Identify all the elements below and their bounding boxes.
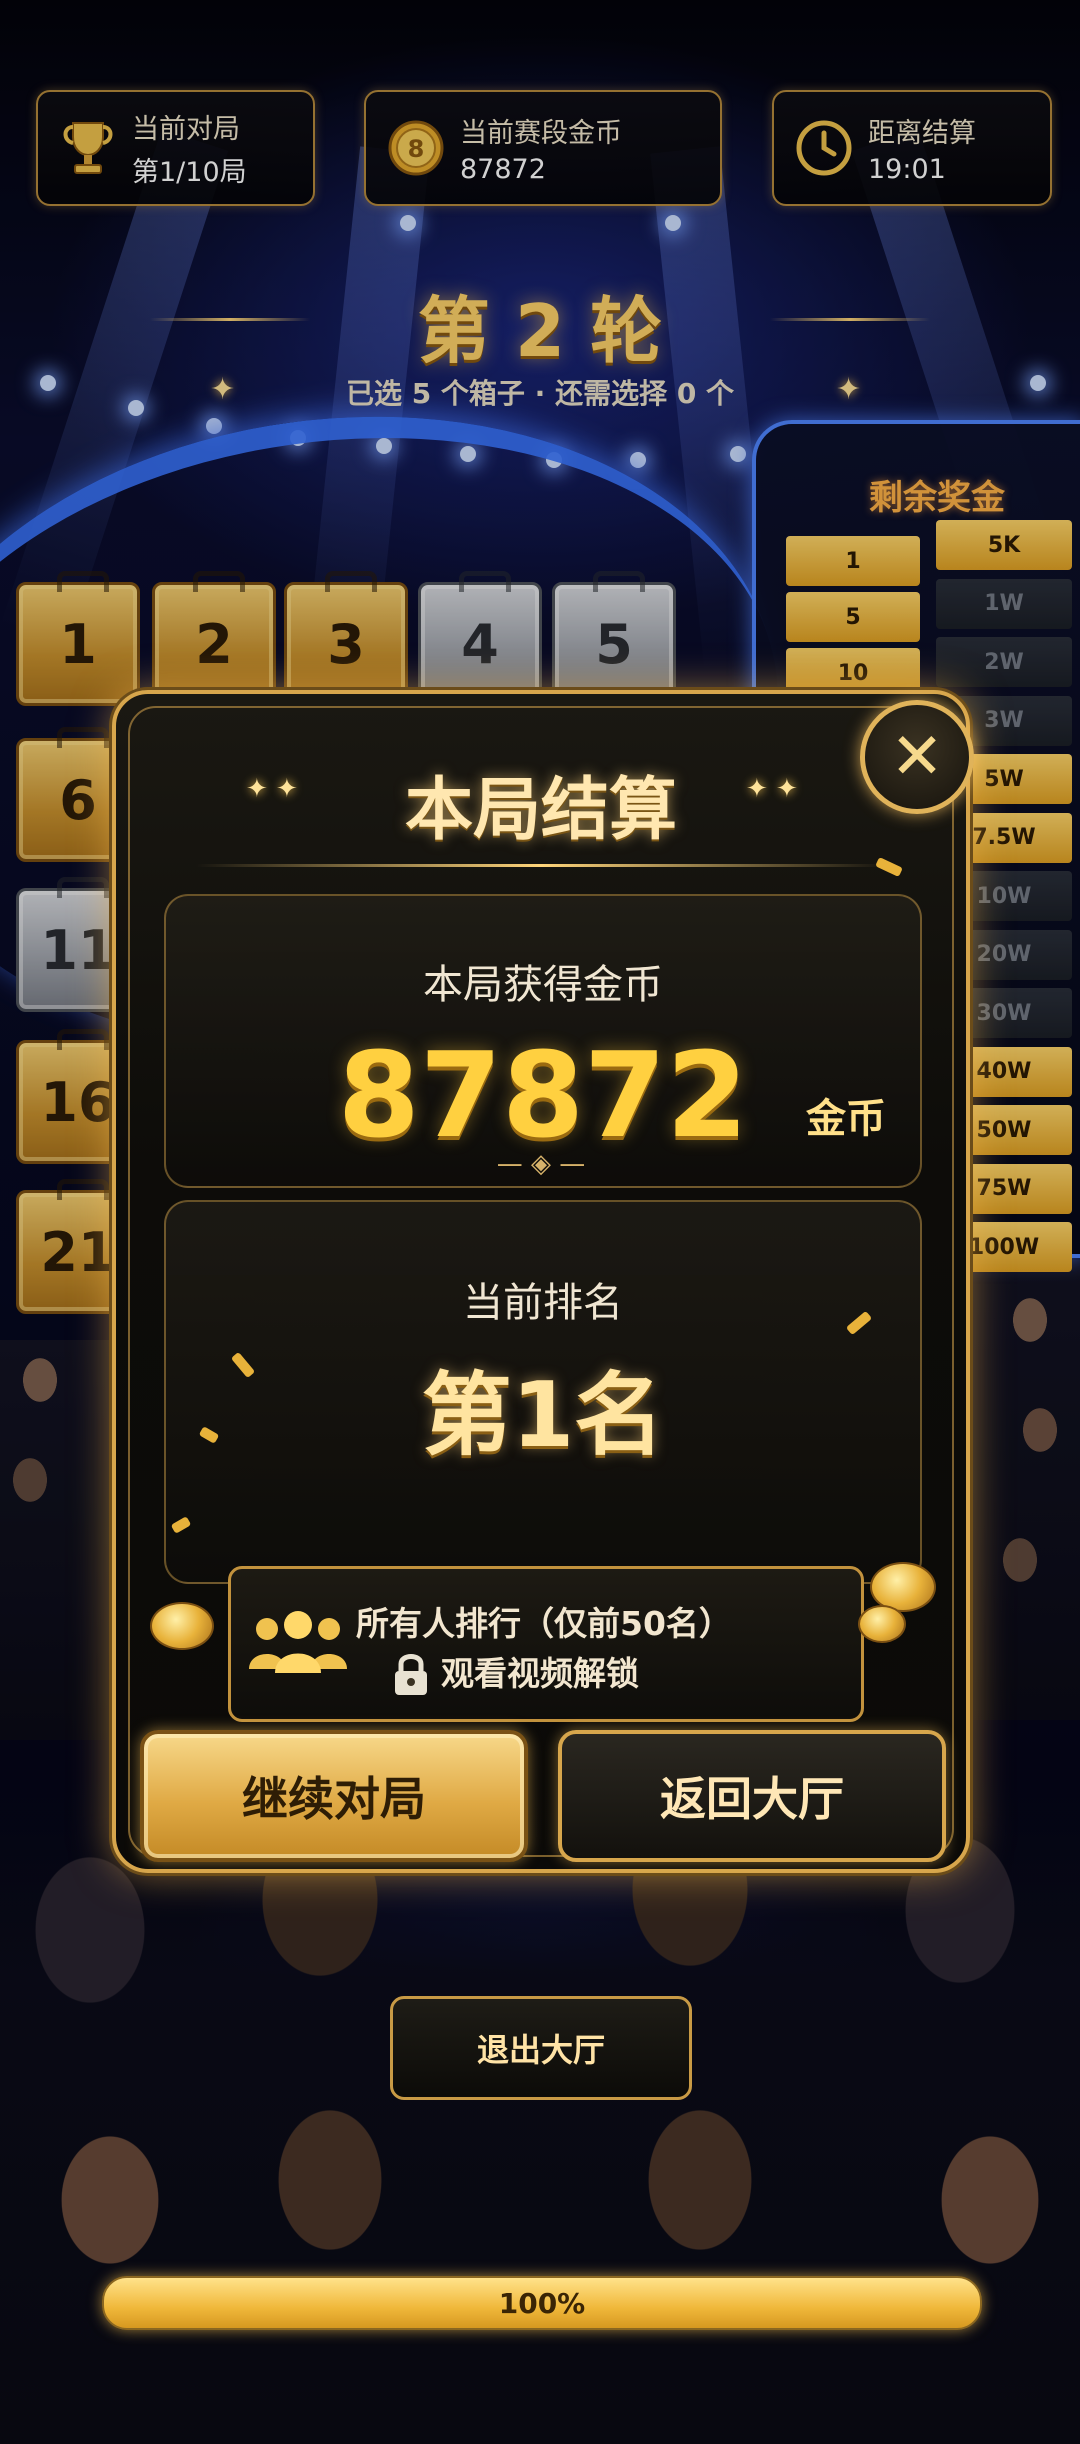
group-icon [243, 1607, 353, 1677]
lock-icon [391, 1651, 431, 1697]
title-underline [196, 864, 886, 867]
coins-earned-label: 本局获得金币 [423, 962, 663, 1008]
exit-lobby-button[interactable]: 退出大厅 [390, 1996, 692, 2100]
loading-progress-bar: 100% [102, 2276, 982, 2330]
modal-title: 本局结算 [404, 771, 677, 850]
rank-panel: 当前排名 第1名 [164, 1200, 922, 1584]
all-rankings-title: 所有人排行（仅前50名） [356, 1604, 732, 1643]
coins-panel: 本局获得金币 87872 金币 [164, 894, 922, 1188]
progress-label: 100% [498, 2286, 586, 2320]
all-rankings-button[interactable]: 所有人排行（仅前50名） 观看视频解锁 [228, 1566, 864, 1722]
coin-icon [858, 1605, 906, 1643]
continue-game-button[interactable]: 继续对局 [140, 1730, 528, 1862]
coin-icon [150, 1602, 214, 1650]
return-lobby-button[interactable]: 返回大厅 [558, 1730, 946, 1862]
close-icon: ✕ [890, 720, 944, 794]
coins-unit-label: 金币 [806, 1096, 886, 1142]
close-button[interactable]: ✕ [860, 700, 974, 814]
current-rank-value: 第1名 [421, 1363, 665, 1468]
watch-video-unlock-label: 观看视频解锁 [441, 1654, 639, 1693]
current-rank-label: 当前排名 [463, 1280, 623, 1326]
ornament-divider: — ◈ — [496, 1149, 586, 1179]
settlement-modal: ✦ ✦ ✦ ✦ 本局结算 本局获得金币 87872 金币 — ◈ — 当前排名 … [112, 690, 970, 1873]
